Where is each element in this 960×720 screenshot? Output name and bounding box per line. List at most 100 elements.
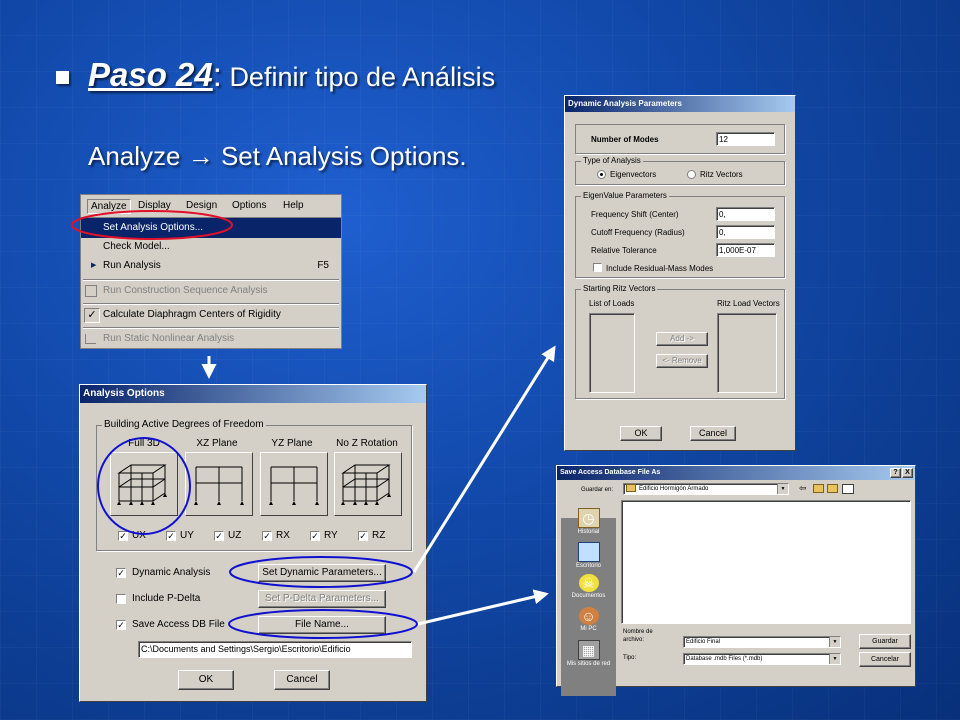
chevron-down-icon: ▼ <box>829 637 840 647</box>
preset-button-no-z-rotation[interactable] <box>334 452 402 516</box>
frequency-shift-input[interactable]: 0, <box>716 207 775 221</box>
menu-item-label: Check Model... <box>103 241 170 252</box>
set-dynamic-parameters-button[interactable]: Set Dynamic Parameters... <box>258 564 386 582</box>
starting-ritz-vectors-label: Starting Ritz Vectors <box>581 284 658 293</box>
help-button[interactable]: ? <box>890 468 901 478</box>
residual-mass-label: Include Residual-Mass Modes <box>606 264 714 273</box>
dynamic-analysis-checkbox[interactable]: ✓ <box>116 568 126 578</box>
dof-rz-checkbox[interactable]: ✓ <box>358 531 368 541</box>
menu-item-run-analysis[interactable]: ▶ Run Analysis F5 <box>81 256 341 276</box>
save-in-value: Edificio Hormigón Armado <box>639 486 709 492</box>
save-access-db-checkbox[interactable]: ✓ <box>116 620 126 630</box>
cancel-button[interactable]: Cancel <box>274 670 330 690</box>
filename-value: Edificio Final <box>686 639 721 645</box>
pushover-curve-icon <box>85 334 96 344</box>
set-p-delta-parameters-button[interactable]: Set P-Delta Parameters... <box>258 590 386 608</box>
file-list-area[interactable] <box>621 500 911 624</box>
p-delta-label: Include P-Delta <box>132 593 201 604</box>
place-label: Mi PC <box>580 626 597 632</box>
file-type-value: Database .mdb Files (*.mdb) <box>686 656 763 662</box>
preset-button-yz-plane[interactable] <box>260 452 328 516</box>
dynamic-analysis-parameters-dialog: Dynamic Analysis Parameters Number of Mo… <box>564 95 796 451</box>
menu-item-label: Set Analysis Options... <box>103 222 204 233</box>
p-delta-checkbox[interactable] <box>116 594 126 604</box>
dof-ry-label: RY <box>324 530 338 541</box>
dof-uz-checkbox[interactable]: ✓ <box>214 531 224 541</box>
residual-mass-checkbox[interactable] <box>593 263 602 272</box>
checkmark-icon: ✓ <box>84 308 100 323</box>
menu-help[interactable]: Help <box>283 200 304 211</box>
place-mi-pc[interactable]: ☺ Mi PC <box>561 607 616 632</box>
relative-tolerance-input[interactable]: 1,000E-07 <box>716 243 775 257</box>
back-icon[interactable]: ⇦ <box>799 483 807 494</box>
filename-input[interactable]: Edificio Final ▼ <box>683 636 841 648</box>
menu-design[interactable]: Design <box>186 200 217 211</box>
ok-button[interactable]: OK <box>178 670 234 690</box>
dialog-title: Analysis Options <box>80 385 426 403</box>
eigenvalue-parameters-label: EigenValue Parameters <box>581 191 669 200</box>
eigenvectors-label: Eigenvectors <box>610 170 657 179</box>
remove-button[interactable]: <- Remove <box>656 354 708 368</box>
menu-options[interactable]: Options <box>232 200 266 211</box>
dof-rx-checkbox[interactable]: ✓ <box>262 531 272 541</box>
frequency-shift-label: Frequency Shift (Center) <box>591 210 679 219</box>
ok-button[interactable]: OK <box>620 426 662 441</box>
dynamic-analysis-label: Dynamic Analysis <box>132 567 211 578</box>
dof-ux-checkbox[interactable]: ✓ <box>118 531 128 541</box>
file-type-label: Tipo: <box>623 655 637 661</box>
place-escritorio[interactable]: Escritorio <box>561 542 616 569</box>
close-button[interactable]: X <box>902 468 913 478</box>
ritz-load-vectors-label: Ritz Load Vectors <box>717 299 780 308</box>
preset-label-yz: YZ Plane <box>271 438 313 449</box>
menu-item-check-model[interactable]: Check Model... <box>81 237 341 257</box>
place-historial[interactable]: ◷ Historial <box>561 508 616 535</box>
menu-item-label: Run Analysis <box>103 260 161 271</box>
cancelar-button[interactable]: Cancelar <box>859 652 911 667</box>
place-mis-sitios-de-red[interactable]: ▦ Mis sitios de red <box>561 640 616 667</box>
file-name-button[interactable]: File Name... <box>258 616 386 634</box>
menu-item-run-construction-sequence[interactable]: Run Construction Sequence Analysis <box>81 281 341 301</box>
save-in-dropdown[interactable]: Edificio Hormigón Armado ▼ <box>623 483 789 495</box>
dialog-title: Dynamic Analysis Parameters <box>565 96 795 112</box>
preset-button-xz-plane[interactable] <box>185 452 253 516</box>
place-documentos[interactable]: ☠ Documentos <box>561 574 616 599</box>
file-type-dropdown[interactable]: Database .mdb Files (*.mdb) ▼ <box>683 653 841 665</box>
dof-ry-checkbox[interactable]: ✓ <box>310 531 320 541</box>
up-folder-icon[interactable] <box>813 484 824 493</box>
frame-2d-icon <box>194 466 244 505</box>
list-of-loads-label: List of Loads <box>589 299 635 308</box>
new-folder-icon[interactable] <box>827 484 838 493</box>
step-title: Definir tipo de Análisis <box>229 62 496 92</box>
type-of-analysis-label: Type of Analysis <box>581 156 643 165</box>
ritz-vectors-radio[interactable] <box>687 170 696 179</box>
menu-display[interactable]: Display <box>138 200 171 211</box>
cancel-button[interactable]: Cancel <box>690 426 736 441</box>
eigenvectors-radio[interactable] <box>597 170 606 179</box>
db-file-path-field[interactable]: C:\Documents and Settings\Sergio\Escrito… <box>138 641 412 658</box>
preset-button-full3d[interactable] <box>110 452 178 516</box>
menu-item-calculate-diaphragm-centers[interactable]: ✓ Calculate Diaphragm Centers of Rigidit… <box>81 305 341 325</box>
views-icon[interactable] <box>842 484 854 494</box>
dof-rz-label: RZ <box>372 530 386 541</box>
list-of-loads-listbox[interactable] <box>589 313 635 393</box>
frame-2d-icon <box>269 466 319 505</box>
number-of-modes-input[interactable]: 12 <box>716 132 775 146</box>
preset-label-noz: No Z Rotation <box>336 438 398 449</box>
preset-label-full3d: Full 3D <box>128 438 160 449</box>
cutoff-frequency-input[interactable]: 0, <box>716 225 775 239</box>
menu-item-run-static-nonlinear[interactable]: Run Static Nonlinear Analysis <box>81 329 341 349</box>
menu-item-set-analysis-options[interactable]: Set Analysis Options... <box>81 218 341 238</box>
ritz-load-vectors-listbox[interactable] <box>717 313 777 393</box>
menu-path-instruction: Analyze → Set Analysis Options. <box>88 141 467 171</box>
add-button[interactable]: Add -> <box>656 332 708 346</box>
bullet-square <box>56 71 69 84</box>
place-label: Documentos <box>571 593 606 599</box>
guardar-button[interactable]: Guardar <box>859 634 911 649</box>
save-in-label: Guardar en: <box>581 487 614 493</box>
slide-title: Paso 24: Definir tipo de Análisis <box>88 56 495 94</box>
menu-analyze[interactable]: Analyze <box>87 199 131 214</box>
ritz-vectors-label: Ritz Vectors <box>700 170 743 179</box>
relative-tolerance-label: Relative Tolerance <box>591 246 657 255</box>
menu-item-label: Run Construction Sequence Analysis <box>103 285 268 296</box>
dof-uy-checkbox[interactable]: ✓ <box>166 531 176 541</box>
